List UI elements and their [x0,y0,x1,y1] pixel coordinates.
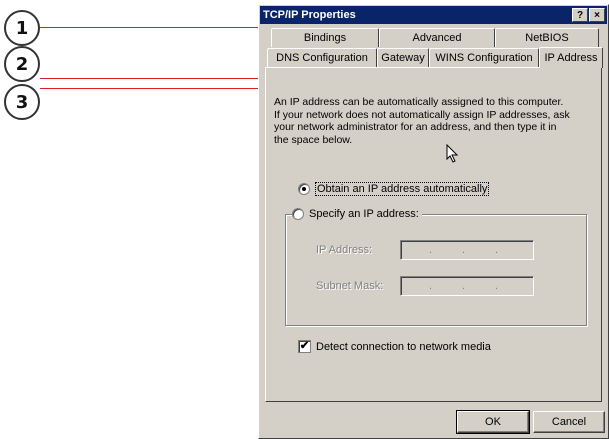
tab-ip-address[interactable]: IP Address [539,47,603,68]
tab-wins-configuration[interactable]: WINS Configuration [429,48,539,67]
detect-connection-option[interactable]: ✔ Detect connection to network media [298,340,491,353]
obtain-ip-radio[interactable] [298,183,310,195]
tcpip-properties-dialog: TCP/IP Properties ? × Bindings Advanced … [258,4,609,439]
ip-address-label: IP Address: [316,244,373,256]
subnet-mask-label: Subnet Mask: [316,280,384,292]
title-bar: TCP/IP Properties ? × [260,6,607,24]
cancel-button[interactable]: Cancel [533,411,605,433]
close-icon: × [594,9,600,21]
subnet-mask-field[interactable]: . . . [400,276,534,296]
obtain-ip-label: Obtain an IP address automatically [315,182,490,196]
specify-ip-option[interactable]: Specify an IP address: [292,208,422,220]
detect-connection-checkbox[interactable]: ✔ [298,340,311,353]
tab-advanced[interactable]: Advanced [379,28,495,47]
ok-button[interactable]: OK [456,410,530,434]
window-title: TCP/IP Properties [263,9,356,21]
callout-1-line [40,27,280,28]
callout-2: 2 [4,46,40,82]
ip-address-field[interactable]: . . . [400,240,534,260]
detect-connection-label: Detect connection to network media [316,340,491,353]
specify-ip-groupbox [285,214,587,326]
callout-1: 1 [4,10,40,46]
obtain-ip-option[interactable]: Obtain an IP address automatically [298,182,490,196]
mouse-cursor-icon [446,144,458,163]
close-button[interactable]: × [589,8,605,22]
tab-netbios[interactable]: NetBIOS [495,28,599,47]
tab-dns-configuration[interactable]: DNS Configuration [267,48,377,67]
help-button[interactable]: ? [572,8,588,22]
tab-bindings[interactable]: Bindings [271,28,379,47]
callout-3: 3 [4,84,40,120]
specify-ip-radio[interactable] [292,208,304,220]
checkmark-icon: ✔ [299,340,310,352]
ip-address-panel: An IP address can be automatically assig… [265,67,602,402]
tab-gateway[interactable]: Gateway [377,48,429,67]
description-text: An IP address can be automatically assig… [274,96,570,146]
specify-ip-label: Specify an IP address: [309,208,419,220]
